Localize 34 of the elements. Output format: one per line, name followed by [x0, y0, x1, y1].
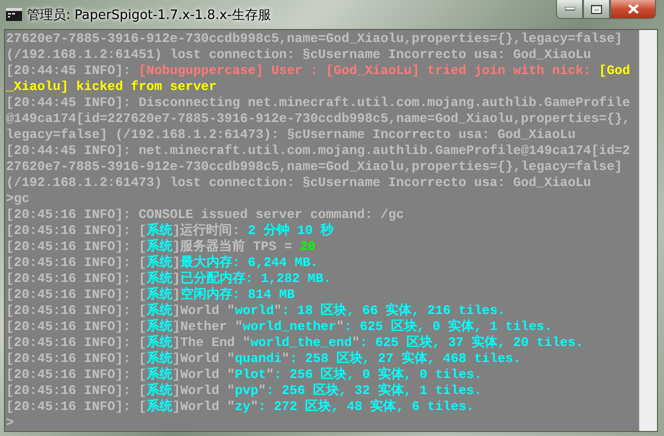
- console-line: [20:45:16 INFO]: [系统]运行时间: 2 分钟 10 秒: [6, 223, 335, 238]
- window-title: 管理员: PaperSpigot-1.7.x-1.8.x-生存服: [27, 6, 272, 24]
- console-line: [20:45:16 INFO]: [系统]服务器当前 TPS = 20: [6, 239, 316, 254]
- console-line: [20:44:45 INFO]: [Nobuguppercase] User : [God_XiaoLu] tried join with nick: [God: [6, 63, 632, 79]
- maximize-button[interactable]: [583, 0, 610, 19]
- console-icon: [6, 8, 22, 21]
- console-line: [20:45:16 INFO]: [系统]World "pvp": 256 区块, 32 实体, 1 tiles.: [6, 383, 483, 398]
- console-line: [20:45:16 INFO]: CONSOLE issued server command: /gc: [6, 207, 405, 222]
- console-line: [20:45:16 INFO]: [系统]最大内存: 6,244 MB.: [6, 255, 320, 270]
- console-line: [20:45:16 INFO]: [系统]空闲内存: 814 MB: [6, 287, 296, 302]
- console-line: [20:44:45 INFO]: Disconnecting net.minecraft.util.com.mojang.authlib.GameProfile: [6, 95, 632, 111]
- console-line: _Xiaolu] kicked from server: [6, 79, 218, 95]
- console-line: [20:45:16 INFO]: [系统]World "world": 18 区块, 66 实体, 216 tiles.: [6, 303, 506, 318]
- console-line: [20:45:16 INFO]: [系统]World "quandi": 258 区块, 27 实体, 468 tiles.: [6, 351, 522, 366]
- console-line: @149ca174[id=227620e7-7885-3916-912e-730ccdb998c5,name=God_Xiaolu,properties={},: [6, 111, 632, 127]
- maximize-icon: [591, 4, 602, 14]
- minimize-icon: [564, 7, 574, 11]
- console-line: (/192.168.1.2:61473) lost connection: §cUsername Incorrecto usa: God_XiaoLu: [6, 175, 592, 191]
- console-line: [20:45:16 INFO]: [系统]The End "world_the_end": 625 区块, 37 实体, 20 tiles.: [6, 335, 584, 350]
- scrollbar[interactable]: [639, 30, 657, 431]
- console-line: [20:45:16 INFO]: [系统]Nether "world_nether": 625 区块, 0 实体, 1 tiles.: [6, 319, 554, 334]
- close-button[interactable]: [610, 0, 656, 19]
- console-line: 27620e7-7885-3916-912e-730ccdb998c5,name=God_Xiaolu,properties={},legacy=false]: [6, 159, 624, 175]
- console-line: [20:45:16 INFO]: [系统]已分配内存: 1,282 MB.: [6, 271, 332, 286]
- console-line: legacy=false] (/192.168.1.2:61473): §cUsername Incorrecto usa: God_XiaoLu: [6, 127, 576, 143]
- console-line: [20:45:16 INFO]: [系统]World "zy": 272 区块, 48 实体, 6 tiles.: [6, 399, 476, 415]
- console-line: (/192.168.1.2:61451) lost connection: §cUsername Incorrecto usa: God_XiaoLu: [6, 47, 592, 63]
- console-line: 27620e7-7885-3916-912e-730ccdb998c5,name=God_Xiaolu,properties={},legacy=false]: [6, 31, 624, 47]
- minimize-button[interactable]: [556, 0, 583, 19]
- console-line: >gc: [6, 191, 30, 207]
- console-line: [20:45:16 INFO]: [系统]World "Plot": 256 区块, 0 实体, 0 tiles.: [6, 367, 483, 382]
- close-icon: [628, 4, 638, 14]
- console-line: [20:44:45 INFO]: net.minecraft.util.com.mojang.authlib.GameProfile@149ca174[id=2: [6, 143, 632, 159]
- console-line: >: [6, 415, 15, 431]
